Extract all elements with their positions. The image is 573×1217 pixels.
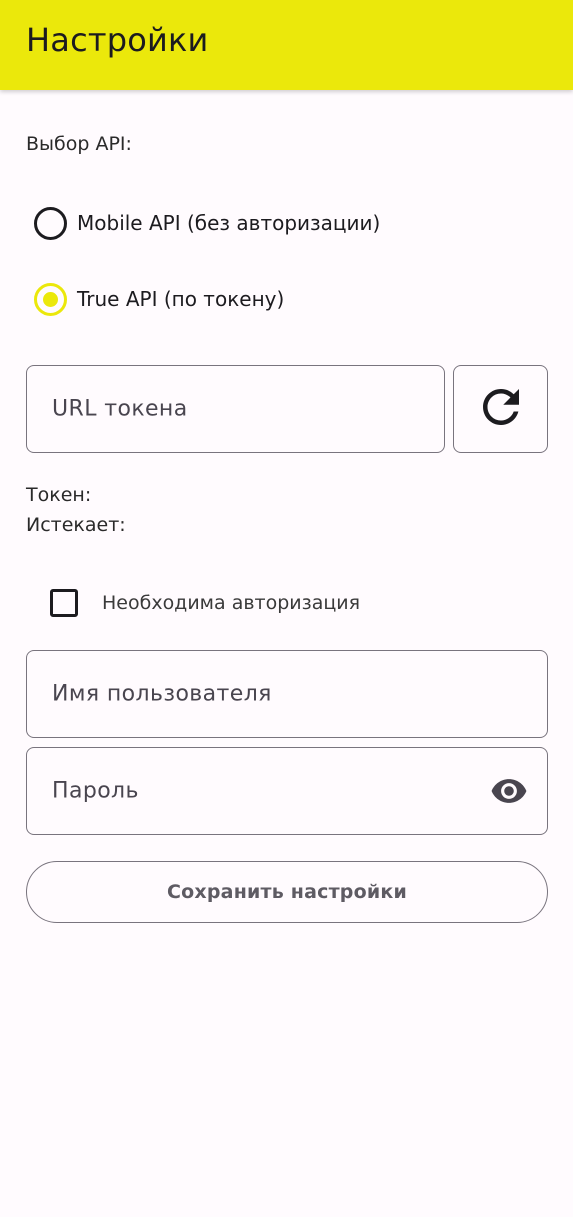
radio-label-mobile-api: Mobile API (без авторизации) [77,211,381,235]
auth-required-label: Необходима авторизация [102,592,361,614]
token-label: Токен: [26,484,92,506]
auth-required-checkbox[interactable] [50,589,78,617]
token-url-placeholder: URL токена [52,396,188,422]
radio-button-checked[interactable] [34,282,67,316]
api-section-label: Выбор API: [26,133,132,155]
radio-label-true-api: True API (по токену) [77,287,285,311]
save-settings-label: Сохранить настройки [167,881,407,903]
page-title: Настройки [26,21,209,59]
app-bar: Настройки [0,0,573,90]
username-input[interactable]: Имя пользователя [26,650,548,738]
refresh-token-button[interactable] [453,365,548,453]
refresh-icon [474,380,528,438]
token-url-input[interactable]: URL токена [26,365,445,453]
username-placeholder: Имя пользователя [52,681,272,707]
radio-button-unchecked[interactable] [34,206,67,240]
auth-required-checkbox-row[interactable]: Необходима авторизация [50,586,360,620]
radio-true-api[interactable]: True API (по токену) [34,281,284,317]
expires-label: Истекает: [26,514,126,536]
password-placeholder: Пароль [52,778,139,804]
save-settings-button[interactable]: Сохранить настройки [26,861,548,923]
eye-icon[interactable] [489,775,529,807]
radio-mobile-api[interactable]: Mobile API (без авторизации) [34,205,380,241]
password-input[interactable]: Пароль [26,747,548,835]
